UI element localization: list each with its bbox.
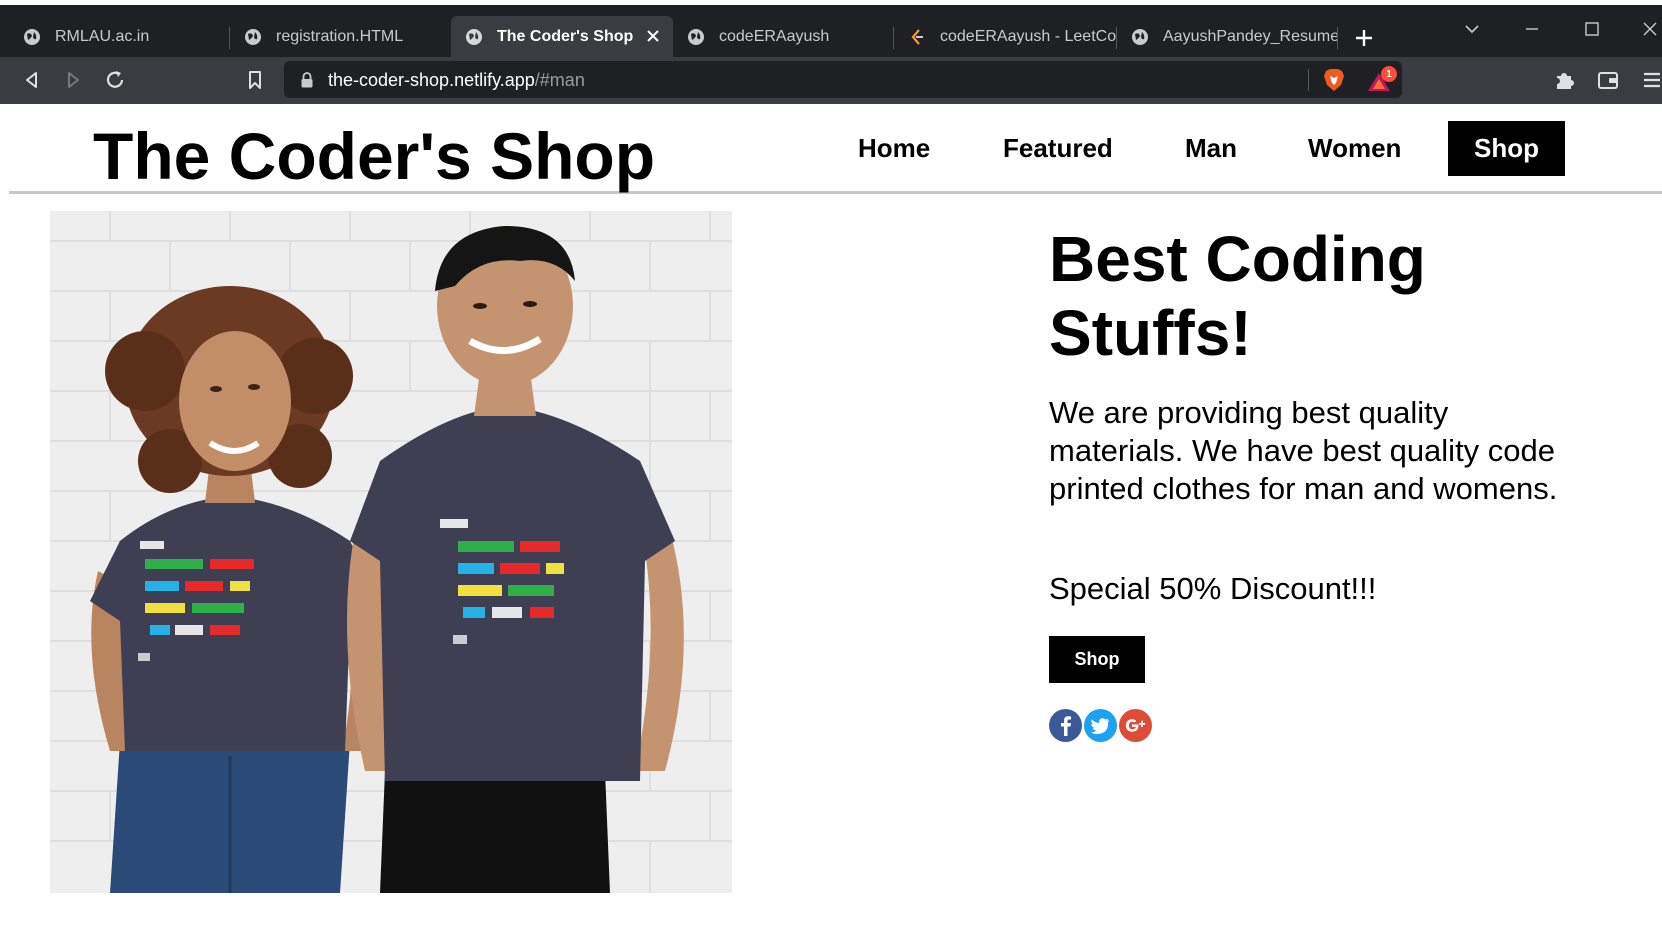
tab-leetcode[interactable]: codeERAayush - LeetCod <box>894 16 1116 57</box>
globe-icon <box>1132 28 1148 45</box>
nav-man[interactable]: Man <box>1185 121 1237 176</box>
site-brand-logo[interactable]: The Coder's Shop <box>93 118 655 194</box>
tab-resume[interactable]: AayushPandey_Resume.p <box>1117 16 1337 57</box>
browser-chrome: RMLAU.ac.in registration.HTML The Coder'… <box>0 0 1662 104</box>
tab-separator <box>1337 27 1338 49</box>
nav-women[interactable]: Women <box>1308 121 1401 176</box>
globe-icon <box>24 28 40 45</box>
bookmark-icon[interactable] <box>243 68 267 92</box>
address-bar-separator <box>1308 69 1309 91</box>
forward-icon[interactable] <box>61 68 85 92</box>
menu-icon[interactable] <box>1638 68 1662 92</box>
url-host: the-coder-shop.netlify.app <box>328 70 535 90</box>
twitter-glyph <box>1090 718 1109 735</box>
maximize-icon[interactable] <box>1582 19 1602 39</box>
tab-rmlau[interactable]: RMLAU.ac.in <box>9 16 229 57</box>
tab-strip: RMLAU.ac.in registration.HTML The Coder'… <box>0 5 1662 57</box>
twitter-icon[interactable] <box>1084 709 1117 742</box>
facebook-glyph <box>1061 716 1071 736</box>
site-header: The Coder's Shop Home Featured Man Women… <box>9 104 1662 194</box>
facebook-icon[interactable] <box>1049 709 1082 742</box>
notification-badge: 1 <box>1381 66 1397 82</box>
tab-title: RMLAU.ac.in <box>55 27 150 45</box>
window-left-edge <box>0 104 9 942</box>
hero-description: We are providing best quality materials.… <box>1049 395 1558 506</box>
url-path: /#man <box>534 70 585 90</box>
tab-list-chevron-icon[interactable] <box>1462 19 1482 39</box>
address-bar[interactable]: the-coder-shop.netlify.app/#man 1 <box>284 61 1402 98</box>
google-plus-icon[interactable] <box>1119 709 1152 742</box>
models-wearing-tshirts-illustration <box>50 211 732 893</box>
brave-shields-icon[interactable] <box>1322 67 1346 93</box>
tab-codeeraayush[interactable]: codeERAayush <box>673 16 893 57</box>
browser-toolbar: the-coder-shop.netlify.app/#man 1 <box>0 57 1662 104</box>
hero-title: Best Coding Stuffs! <box>1049 223 1426 369</box>
globe-icon <box>688 28 704 45</box>
hero-discount-text: Special 50% Discount!!! <box>1049 571 1377 606</box>
lock-icon[interactable] <box>300 71 314 89</box>
nav-shop-button[interactable]: Shop <box>1448 121 1565 176</box>
globe-icon <box>245 28 261 45</box>
reload-icon[interactable] <box>103 68 127 92</box>
minimize-icon[interactable] <box>1522 19 1542 39</box>
back-icon[interactable] <box>20 68 44 92</box>
brave-rewards-button[interactable]: 1 <box>1366 66 1400 94</box>
nav-home[interactable]: Home <box>858 121 930 176</box>
tab-registration[interactable]: registration.HTML <box>230 16 450 57</box>
tab-title: registration.HTML <box>276 27 404 45</box>
leetcode-icon <box>911 28 923 45</box>
hero-shop-button[interactable]: Shop <box>1049 636 1145 683</box>
nav-featured[interactable]: Featured <box>1003 121 1113 176</box>
wallet-icon[interactable] <box>1596 68 1620 92</box>
new-tab-plus-icon[interactable] <box>1353 27 1375 49</box>
globe-icon <box>466 28 482 45</box>
tab-coders-shop[interactable]: The Coder's Shop <box>451 16 673 57</box>
close-tab-icon[interactable] <box>645 28 661 44</box>
tab-title: The Coder's Shop <box>497 27 634 45</box>
tab-title: AayushPandey_Resume.p <box>1163 27 1337 45</box>
google-plus-glyph <box>1125 719 1146 732</box>
hero-product-image <box>50 211 732 893</box>
extensions-puzzle-icon[interactable] <box>1552 68 1576 92</box>
tab-title: codeERAayush - LeetCod <box>940 27 1116 45</box>
tab-title: codeERAayush <box>719 27 830 45</box>
close-window-icon[interactable] <box>1640 19 1660 39</box>
url-text[interactable]: the-coder-shop.netlify.app/#man <box>328 70 585 91</box>
